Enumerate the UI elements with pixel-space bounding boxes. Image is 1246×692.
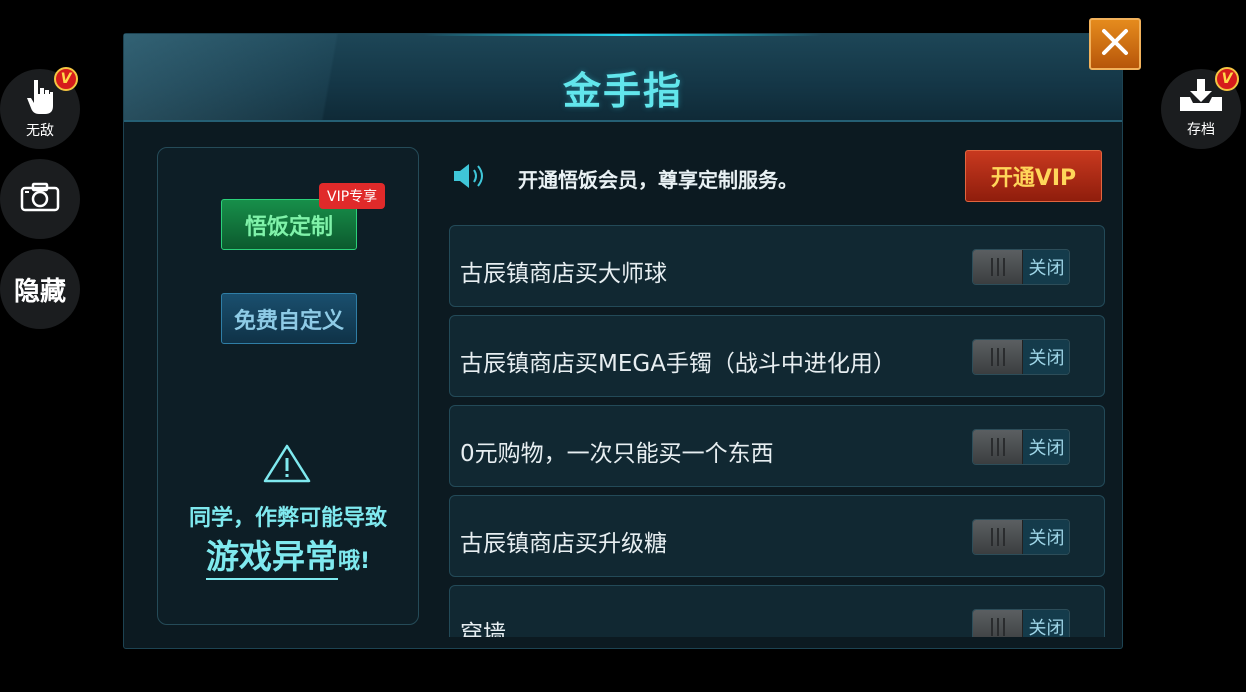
hide-button[interactable]: 隐藏 <box>0 249 80 329</box>
save-label: 存档 <box>1187 122 1215 138</box>
vip-notice: 开通悟饭会员，尊享定制服务。 <box>518 168 798 192</box>
dialog-title: 金手指 <box>562 69 683 113</box>
cheat-label: 古辰镇商店买升级糖 <box>460 531 667 557</box>
close-icon <box>1100 27 1130 61</box>
toggle-state: 关闭 <box>1023 610 1069 637</box>
vip-badge: V <box>1215 67 1239 91</box>
speaker-icon <box>452 161 486 195</box>
hide-label: 隐藏 <box>13 276 66 307</box>
cheat-toggle[interactable]: 关闭 <box>972 519 1070 555</box>
invincible-button[interactable]: 无敌 V <box>0 67 80 149</box>
warning-icon <box>262 443 312 487</box>
cheat-row: 0元购物，一次只能买一个东西 关闭 <box>449 405 1105 487</box>
cheat-toggle[interactable]: 关闭 <box>972 339 1070 375</box>
save-state-button[interactable]: 存档 V <box>1161 67 1241 149</box>
cheat-row: 古辰镇商店买大师球 关闭 <box>449 225 1105 307</box>
free-custom-button[interactable]: 免费自定义 <box>221 293 357 344</box>
toggle-state: 关闭 <box>1023 520 1069 554</box>
cheat-toggle[interactable]: 关闭 <box>972 609 1070 637</box>
cheat-label: 古辰镇商店买大师球 <box>460 261 667 287</box>
warning-emphasis: 游戏异常 <box>205 537 338 580</box>
cheat-row: 古辰镇商店买MEGA手镯（战斗中进化用） 关闭 <box>449 315 1105 397</box>
cheat-label: 穿墙 <box>460 621 506 637</box>
warning-text-emphasis: 游戏异常哦! <box>157 530 419 580</box>
cheat-list[interactable]: 古辰镇商店买大师球 关闭 古辰镇商店买MEGA手镯（战斗中进化用） 关闭 0元购… <box>449 225 1105 637</box>
cheat-label: 0元购物，一次只能买一个东西 <box>460 441 774 467</box>
toggle-state: 关闭 <box>1023 430 1069 464</box>
toggle-state: 关闭 <box>1023 340 1069 374</box>
vip-badge: V <box>54 67 78 91</box>
screenshot-button[interactable] <box>0 159 80 239</box>
toggle-state: 关闭 <box>1023 250 1069 284</box>
cheat-toggle[interactable]: 关闭 <box>972 249 1070 285</box>
open-vip-button[interactable]: 开通VIP <box>965 150 1102 202</box>
camera-icon <box>20 182 60 216</box>
invincible-label: 无敌 <box>26 123 54 139</box>
cheat-row: 古辰镇商店买升级糖 关闭 <box>449 495 1105 577</box>
hand-pointer-icon <box>25 78 55 118</box>
dialog-header: 金手指 <box>124 34 1122 122</box>
warning-text: 同学，作弊可能导致 <box>188 506 387 531</box>
vip-exclusive-tag: VIP专享 <box>319 183 386 209</box>
cheat-row: 穿墙 关闭 <box>449 585 1105 637</box>
cheat-toggle[interactable]: 关闭 <box>972 429 1070 465</box>
close-button[interactable] <box>1089 18 1141 70</box>
warning-suffix: 哦! <box>337 549 371 574</box>
cheat-label: 古辰镇商店买MEGA手镯（战斗中进化用） <box>460 351 896 377</box>
